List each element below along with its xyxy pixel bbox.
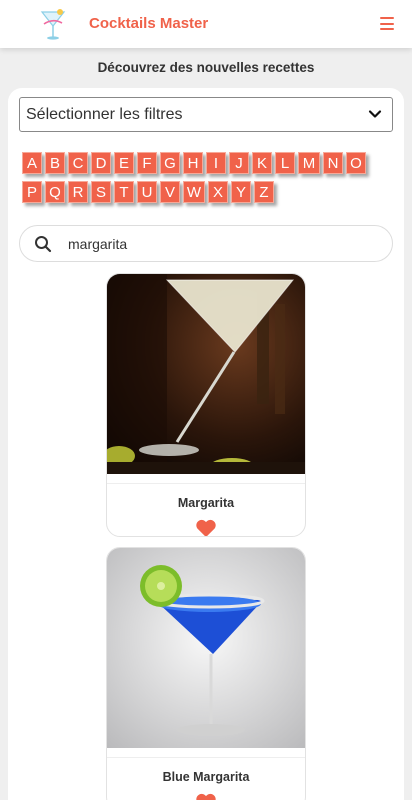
hamburger-icon[interactable] <box>380 17 394 30</box>
alphabet-row-2: PQRSTUVWXYZ <box>22 181 392 203</box>
search-bar[interactable]: margarita <box>19 225 393 262</box>
letter-filter-u[interactable]: U <box>137 181 157 203</box>
letter-filter-k[interactable]: K <box>252 152 272 174</box>
cocktail-name: Margarita <box>177 496 235 510</box>
letter-filter-r[interactable]: R <box>68 181 88 203</box>
search-input[interactable]: margarita <box>68 236 127 252</box>
search-icon <box>35 236 52 253</box>
letter-filter-p[interactable]: P <box>22 181 42 203</box>
letter-filter-i[interactable]: I <box>206 152 226 174</box>
cocktail-card[interactable]: Margarita <box>106 273 306 537</box>
letter-filter-e[interactable]: E <box>114 152 134 174</box>
letter-filter-f[interactable]: F <box>137 152 157 174</box>
letter-filter-y[interactable]: Y <box>231 181 251 203</box>
cocktail-name: Blue Margarita <box>162 770 250 784</box>
page-tagline: Découvrez des nouvelles recettes <box>97 60 315 75</box>
letter-filter-v[interactable]: V <box>160 181 180 203</box>
letter-filter-w[interactable]: W <box>183 181 205 203</box>
heart-icon[interactable] <box>195 518 217 537</box>
app-header: Cocktails Master <box>0 0 412 48</box>
cocktail-card[interactable]: Blue Margarita <box>106 547 306 800</box>
letter-filter-a[interactable]: A <box>22 152 42 174</box>
letter-filter-o[interactable]: O <box>346 152 366 174</box>
letter-filter-m[interactable]: M <box>298 152 320 174</box>
heart-icon[interactable] <box>195 792 217 800</box>
letter-filter-d[interactable]: D <box>91 152 111 174</box>
cocktail-image-blue-margarita[interactable] <box>107 548 306 748</box>
filters-select[interactable]: Sélectionner les filtres <box>19 97 393 132</box>
card-divider <box>107 483 305 484</box>
cocktail-image-margarita[interactable] <box>107 274 306 474</box>
letter-filter-h[interactable]: H <box>183 152 203 174</box>
letter-filter-x[interactable]: X <box>208 181 228 203</box>
letter-filter-g[interactable]: G <box>160 152 180 174</box>
alphabet-row-1: ABCDEFGHIJKLMNO <box>22 152 392 174</box>
letter-filter-n[interactable]: N <box>323 152 343 174</box>
letter-filter-l[interactable]: L <box>275 152 295 174</box>
content-panel: Sélectionner les filtres ABCDEFGHIJKLMNO… <box>8 88 404 800</box>
filters-select-label: Sélectionner les filtres <box>26 105 183 123</box>
letter-filter-b[interactable]: B <box>45 152 65 174</box>
letter-filter-z[interactable]: Z <box>254 181 274 203</box>
letter-filter-t[interactable]: T <box>114 181 134 203</box>
cocktail-logo-icon[interactable] <box>38 6 68 42</box>
card-divider <box>107 757 305 758</box>
letter-filter-j[interactable]: J <box>229 152 249 174</box>
letter-filter-s[interactable]: S <box>91 181 111 203</box>
app-title[interactable]: Cocktails Master <box>89 15 208 32</box>
alphabet-filter: ABCDEFGHIJKLMNO PQRSTUVWXYZ <box>22 152 392 210</box>
letter-filter-c[interactable]: C <box>68 152 88 174</box>
letter-filter-q[interactable]: Q <box>45 181 65 203</box>
chevron-down-icon <box>368 110 382 118</box>
